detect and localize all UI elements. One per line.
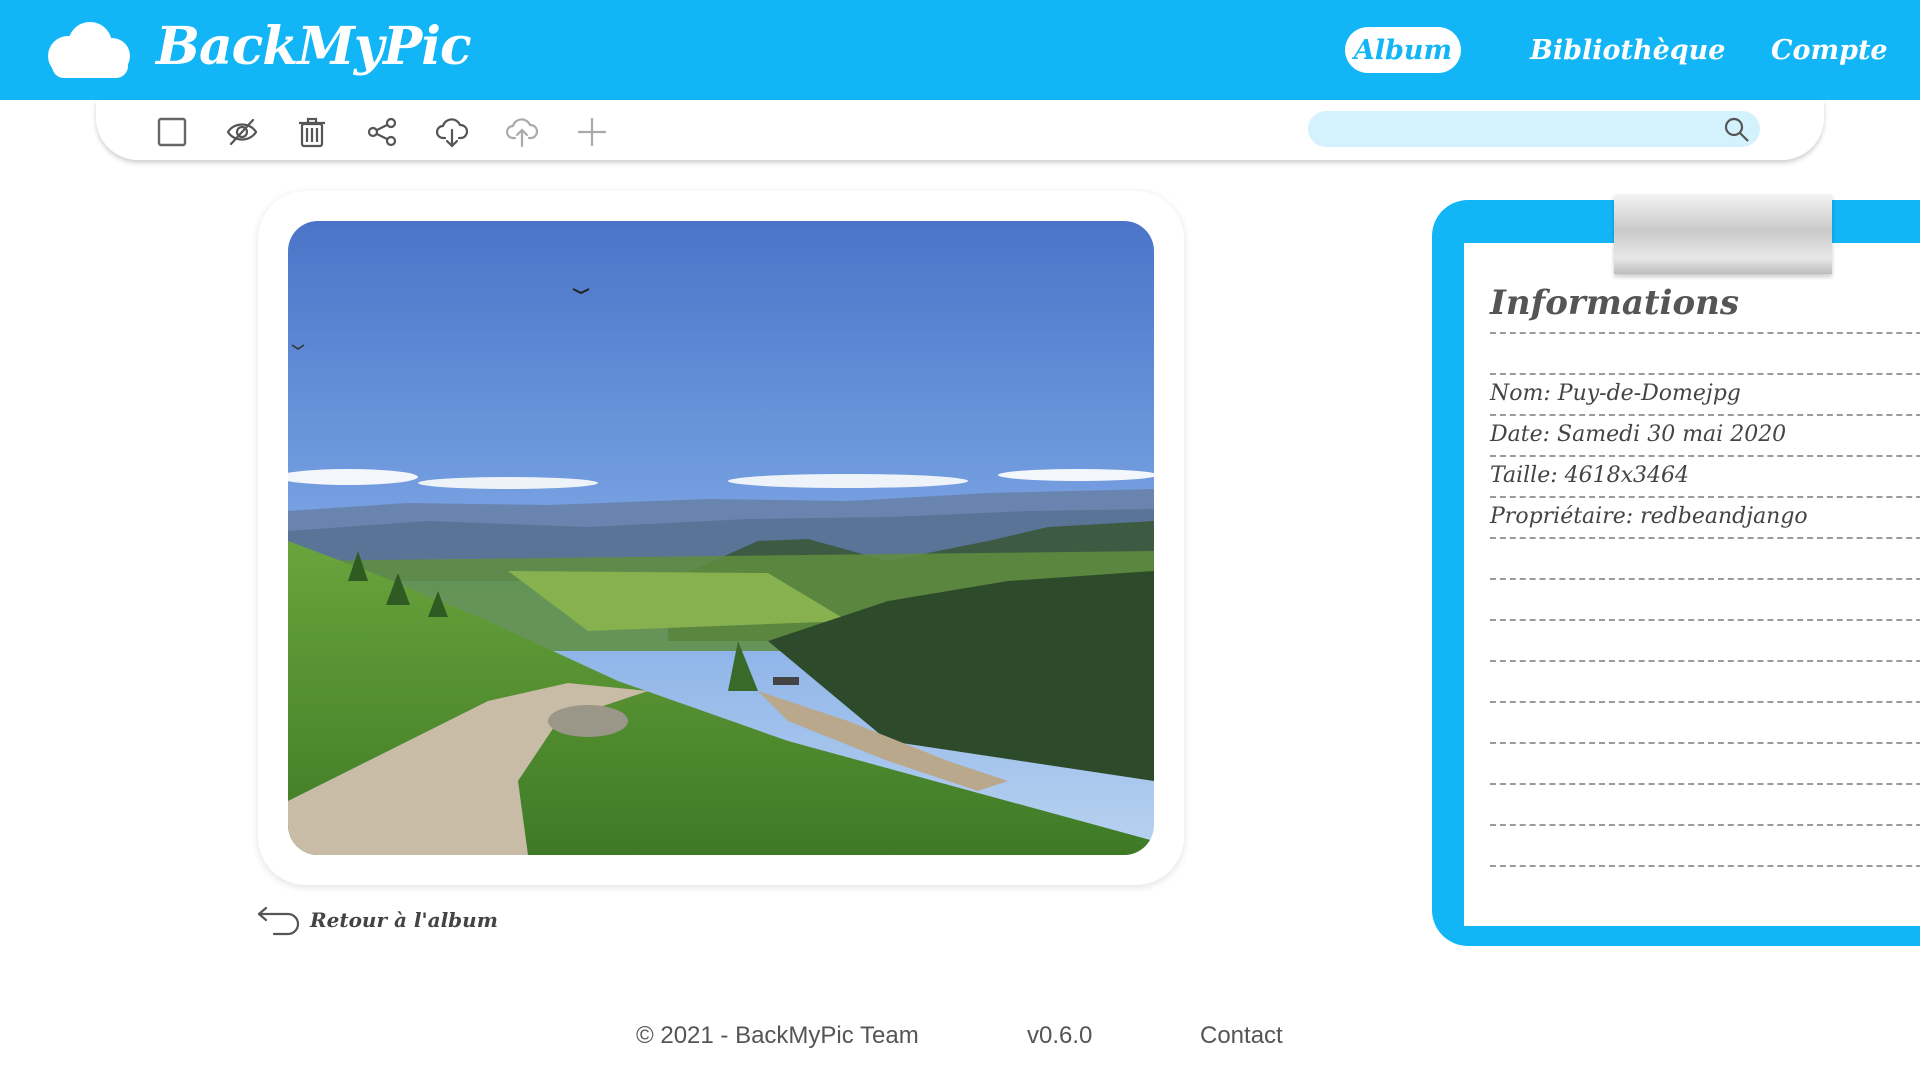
ruled-line	[1490, 455, 1920, 457]
ruled-line	[1490, 783, 1920, 785]
search-icon[interactable]	[1722, 115, 1750, 143]
footer-contact-link[interactable]: Contact	[1200, 1022, 1283, 1050]
trash-icon[interactable]	[296, 116, 328, 148]
back-to-album-link[interactable]: Retour à l'album	[256, 902, 498, 938]
cloud-logo-icon[interactable]	[38, 18, 138, 82]
ruled-line	[1490, 414, 1920, 416]
tape-decoration	[1614, 194, 1832, 274]
ruled-line	[1490, 332, 1920, 334]
landscape-image	[288, 221, 1154, 855]
plus-icon[interactable]	[576, 116, 608, 148]
ruled-line	[1490, 660, 1920, 662]
info-title: Informations	[1490, 283, 1740, 323]
info-size: Taille: 4618x3464	[1490, 463, 1689, 488]
info-paper: Informations Nom: Puy-de-Domejpg Date: S…	[1464, 243, 1920, 926]
footer-copyright: © 2021 - BackMyPic Team	[636, 1022, 919, 1049]
top-navbar: BackMyPic Album Bibliothèque Compte	[0, 0, 1920, 100]
cloud-upload-icon[interactable]	[505, 116, 539, 148]
nav-compte[interactable]: Compte	[1771, 27, 1888, 73]
ruled-line	[1490, 496, 1920, 498]
nav-bibliotheque[interactable]: Bibliothèque	[1530, 27, 1725, 73]
checkbox-icon[interactable]	[156, 116, 188, 148]
ruled-line	[1490, 537, 1920, 539]
photo-toolbar	[96, 100, 1824, 160]
nav-album[interactable]: Album	[1345, 27, 1461, 73]
ruled-line	[1490, 701, 1920, 703]
back-label[interactable]: Retour à l'album	[310, 908, 498, 932]
search-bar[interactable]	[1308, 111, 1760, 147]
cloud-download-icon[interactable]	[435, 116, 469, 148]
ruled-line	[1490, 619, 1920, 621]
ruled-line	[1490, 865, 1920, 867]
landscape-photo[interactable]	[288, 221, 1154, 855]
eye-slash-icon[interactable]	[226, 116, 258, 148]
info-panel: Informations Nom: Puy-de-Domejpg Date: S…	[1432, 200, 1920, 946]
ruled-line	[1490, 824, 1920, 826]
photo-frame	[258, 191, 1184, 885]
info-date: Date: Samedi 30 mai 2020	[1490, 422, 1787, 447]
ruled-line	[1490, 578, 1920, 580]
footer-version: v0.6.0	[1027, 1022, 1093, 1049]
share-icon[interactable]	[366, 116, 398, 148]
search-input[interactable]	[1326, 117, 1710, 143]
ruled-line	[1490, 373, 1920, 375]
ruled-line	[1490, 742, 1920, 744]
app-title[interactable]: BackMyPic	[156, 16, 472, 77]
info-owner: Propriétaire: redbeandjango	[1490, 504, 1808, 529]
info-name: Nom: Puy-de-Domejpg	[1490, 381, 1741, 406]
return-arrow-icon	[257, 906, 300, 936]
